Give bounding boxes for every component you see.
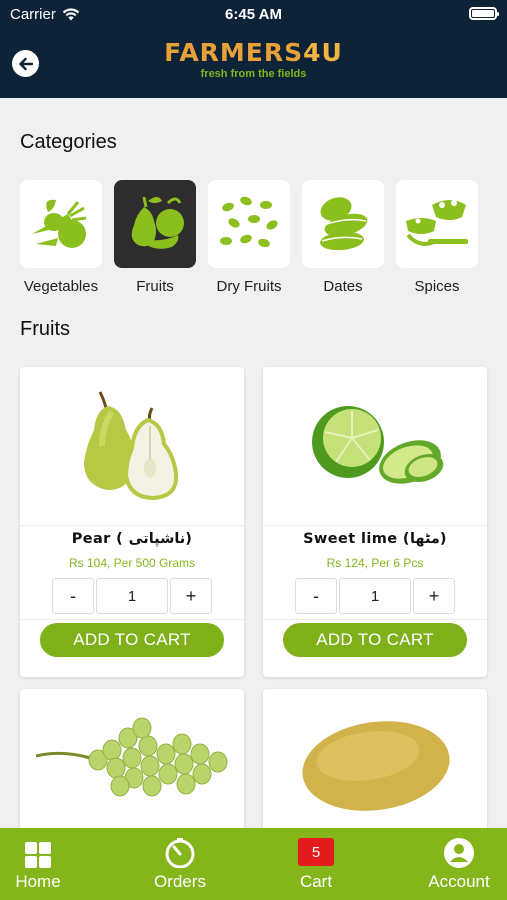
- product-card: Sweet lime (مٹھا) Rs 124, Per 6 Pcs - 1 …: [263, 367, 487, 677]
- product-card: Pear ( ناشپاتی) Rs 104, Per 500 Grams - …: [20, 367, 244, 677]
- vegetables-icon: [32, 199, 87, 248]
- category-spices[interactable]: Spices: [396, 180, 478, 295]
- cart-count-badge: 5: [298, 838, 334, 866]
- category-label: Dates: [323, 278, 363, 295]
- pear-image: [84, 391, 179, 501]
- tab-label: Cart: [299, 872, 333, 891]
- spices-icon: [406, 200, 468, 246]
- category-list: Vegetables Fruits Dry Fruits Dates Spice…: [20, 180, 490, 300]
- melon-image: [302, 721, 450, 811]
- increment-button[interactable]: +: [413, 578, 455, 614]
- brand-logo: FARMERS4U fresh from the fields: [0, 38, 507, 80]
- status-time: 6:45 AM: [225, 6, 282, 23]
- category-label: Vegetables: [23, 278, 99, 295]
- decrement-button[interactable]: -: [295, 578, 337, 614]
- app-header: Carrier 6:45 AM FARMERS4U fresh from the…: [0, 0, 507, 98]
- fruits-icon: [131, 196, 184, 249]
- category-dry-fruits[interactable]: Dry Fruits: [208, 180, 290, 295]
- add-to-cart-button[interactable]: ADD TO CART: [283, 623, 467, 657]
- category-vegetables[interactable]: Vegetables: [20, 180, 102, 295]
- category-label: Spices: [414, 278, 460, 295]
- status-bar: Carrier 6:45 AM: [0, 0, 507, 28]
- category-dates[interactable]: Dates: [302, 180, 384, 295]
- categories-heading: Categories: [20, 131, 117, 153]
- category-label: Dry Fruits: [216, 278, 282, 295]
- products-heading: Fruits: [20, 318, 70, 340]
- dates-icon: [320, 197, 368, 251]
- tab-orders[interactable]: Orders: [130, 828, 230, 900]
- tab-label: Home: [15, 872, 61, 891]
- dry-fruits-icon: [220, 196, 278, 248]
- sweet-lime-image: [312, 406, 444, 484]
- battery-icon: [469, 7, 499, 20]
- home-grid-icon: [25, 842, 51, 868]
- stopwatch-icon: [165, 838, 195, 868]
- category-label: Fruits: [136, 278, 174, 295]
- brand-tagline: fresh from the fields: [200, 68, 307, 80]
- tab-label: Account: [428, 872, 490, 891]
- tab-account[interactable]: Account: [409, 828, 507, 900]
- product-name: Sweet lime (مٹھا): [303, 531, 447, 547]
- brand-suffix: 4U: [303, 38, 343, 67]
- product-price: Rs 104, Per 500 Grams: [68, 556, 196, 570]
- product-card: [20, 689, 244, 839]
- quantity-field[interactable]: 1: [96, 578, 168, 614]
- add-to-cart-button[interactable]: ADD TO CART: [40, 623, 224, 657]
- tab-label: Orders: [154, 872, 206, 891]
- decrement-button[interactable]: -: [52, 578, 94, 614]
- product-card: [263, 689, 487, 839]
- product-price: Rs 124, Per 6 Pcs: [326, 556, 424, 570]
- tab-home[interactable]: Home: [0, 828, 88, 900]
- bottom-tab-bar: Home Orders 5 Cart Account: [0, 828, 507, 900]
- account-icon: [444, 838, 474, 868]
- brand-name: FARMERS: [164, 38, 304, 67]
- grapes-image: [35, 717, 228, 797]
- quantity-stepper: - 1 +: [263, 578, 487, 614]
- product-name: Pear ( ناشپاتی): [71, 531, 193, 547]
- tab-cart[interactable]: 5 Cart: [266, 828, 366, 900]
- quantity-field[interactable]: 1: [339, 578, 411, 614]
- increment-button[interactable]: +: [170, 578, 212, 614]
- quantity-stepper: - 1 +: [20, 578, 244, 614]
- category-fruits[interactable]: Fruits: [114, 180, 196, 295]
